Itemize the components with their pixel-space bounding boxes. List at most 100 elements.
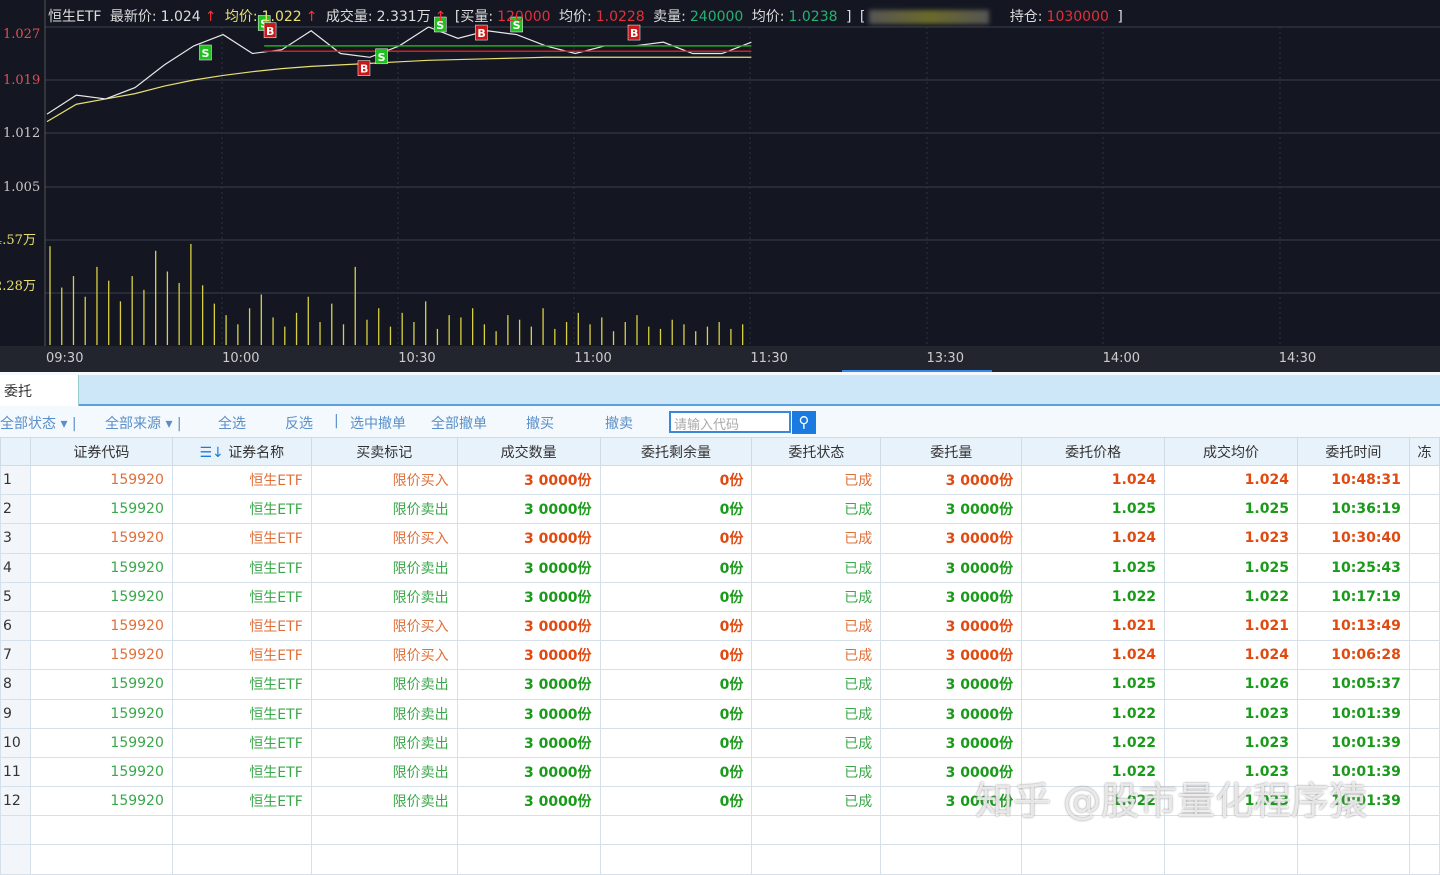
cell-qty: 3 0000份: [880, 552, 1023, 583]
table-row[interactable]: 6 159920 恒生ETF 限价买入 3 0000份 0份 已成 3 0000份 1.021 1…: [0, 610, 1440, 642]
table-row[interactable]: 5 159920 恒生ETF 限价卖出 3 0000份 0份 已成 3 0000份 1.022 1…: [0, 581, 1440, 612]
trade-marker-label: B: [360, 63, 368, 76]
cell-code: 159920: [29, 756, 173, 788]
cell-price: 1.025: [1021, 552, 1166, 583]
position: 1030000: [1046, 9, 1109, 25]
cell-status: 已成: [751, 756, 882, 788]
column-header[interactable]: 委托时间: [1296, 437, 1410, 466]
price-tick-label: 1.019: [3, 73, 40, 88]
buy-avg-label: 均价:: [559, 9, 592, 25]
cell-i: 2: [0, 494, 31, 525]
cell-i: 4: [0, 552, 31, 583]
cell-status: 已成: [751, 581, 882, 612]
column-header[interactable]: [0, 437, 31, 466]
column-header[interactable]: 冻: [1408, 437, 1440, 466]
cell-avg: 1.024: [1164, 640, 1298, 671]
column-header[interactable]: 委托状态: [751, 437, 882, 466]
cell-name: 恒生ETF: [171, 669, 312, 700]
cell-i: 6: [0, 610, 31, 642]
cell-remain: 0份: [599, 494, 753, 525]
status-filter[interactable]: 全部状态 ▾ |: [0, 413, 77, 433]
cell-qty: 3 0000份: [880, 610, 1023, 642]
cell-remain: 0份: [599, 581, 753, 612]
cell-time: 10:13:49: [1296, 610, 1410, 642]
cell-code: 159920: [29, 727, 173, 758]
cell-time: 10:17:19: [1296, 581, 1410, 612]
cell-filled: 3 0000份: [456, 756, 601, 788]
cell-frozen: [1408, 727, 1440, 758]
time-tick-label: 11:00: [574, 351, 611, 366]
select-all-button[interactable]: 全选: [218, 413, 246, 433]
time-tick-label: 14:30: [1279, 351, 1316, 366]
time-tick-label: 10:30: [398, 351, 435, 366]
table-row[interactable]: 7 159920 恒生ETF 限价买入 3 0000份 0份 已成 3 0000份 1.024 1…: [0, 640, 1440, 671]
cell-filled: 3 0000份: [456, 669, 601, 700]
column-header[interactable]: 买卖标记: [310, 437, 458, 466]
cancel-all-button[interactable]: 全部撤单: [431, 413, 487, 433]
tab-orders[interactable]: 委托: [0, 375, 79, 406]
column-header[interactable]: ☰↓ 证券名称: [171, 437, 312, 466]
cell-side: 限价买入: [310, 523, 458, 554]
code-search-input[interactable]: 请输入代码: [669, 411, 791, 433]
cell-code: 159920: [29, 698, 173, 729]
bracket: [: [859, 9, 866, 25]
cell-side: 限价卖出: [310, 786, 458, 817]
cell-code: 159920: [29, 552, 173, 583]
cell-filled: 3 0000份: [456, 698, 601, 729]
cell-avg: 1.023: [1164, 727, 1298, 758]
column-header[interactable]: 委托量: [880, 437, 1023, 466]
cell-frozen: [1408, 756, 1440, 788]
cell-frozen: [1408, 610, 1440, 642]
empty-row: [0, 844, 1440, 875]
cell-price: 1.025: [1021, 494, 1166, 525]
cell-code: 159920: [29, 640, 173, 671]
cell-name: 恒生ETF: [171, 494, 312, 525]
cancel-sell-button[interactable]: 撤卖: [605, 413, 633, 433]
search-icon[interactable]: ⚲: [792, 411, 816, 434]
buy-avg: 1.0228: [595, 9, 645, 25]
cell-filled: 3 0000份: [456, 610, 601, 642]
table-row[interactable]: 4 159920 恒生ETF 限价卖出 3 0000份 0份 已成 3 0000份 1.025 1…: [0, 552, 1440, 583]
watermark: 知乎 @股市量化程序猿: [975, 779, 1368, 823]
last-label: 最新价:: [109, 9, 157, 25]
cell-i: 1: [0, 464, 31, 496]
table-row[interactable]: 10 159920 恒生ETF 限价卖出 3 0000份 0份 已成 3 0000份 1.022…: [0, 727, 1440, 758]
cell-status: 已成: [751, 640, 882, 671]
cell-price: 1.024: [1021, 640, 1166, 671]
cell-status: 已成: [751, 494, 882, 525]
column-header[interactable]: 委托价格: [1021, 437, 1166, 466]
cell-filled: 3 0000份: [456, 786, 601, 817]
cell-avg: 1.025: [1164, 494, 1298, 525]
table-row[interactable]: 3 159920 恒生ETF 限价买入 3 0000份 0份 已成 3 0000份 1.024 1…: [0, 523, 1440, 554]
cell-side: 限价卖出: [310, 669, 458, 700]
cell-status: 已成: [751, 786, 882, 817]
trade-marker-label: S: [201, 47, 209, 60]
cell-status: 已成: [751, 698, 882, 729]
cell-name: 恒生ETF: [171, 464, 312, 496]
table-row[interactable]: 8 159920 恒生ETF 限价卖出 3 0000份 0份 已成 3 0000份 1.025 1…: [0, 669, 1440, 700]
column-header[interactable]: 成交均价: [1164, 437, 1298, 466]
table-row[interactable]: 2 159920 恒生ETF 限价卖出 3 0000份 0份 已成 3 0000份 1.025 1…: [0, 494, 1440, 525]
cell-i: 5: [0, 581, 31, 612]
source-filter[interactable]: 全部来源 ▾ |: [105, 413, 182, 433]
cell-side: 限价卖出: [310, 698, 458, 729]
intraday-chart[interactable]: 1.027 1.019 1.012 1.005 4.57万 2.28万 09:30 10:00…: [0, 0, 1440, 372]
quote-info-bar: 恒生ETF 最新价: 1.024 ↑ 均价: 1.022 ↑ 成交量: 2.331万 ↑ […: [48, 6, 1127, 26]
cell-side: 限价卖出: [310, 581, 458, 612]
column-header[interactable]: 成交数量: [456, 437, 601, 466]
last-price: 1.024: [160, 9, 201, 25]
invert-selection-button[interactable]: 反选: [285, 413, 313, 433]
column-header[interactable]: 证券代码: [29, 437, 173, 466]
cancel-buy-button[interactable]: 撤买: [526, 413, 554, 433]
cell-code: 159920: [29, 523, 173, 554]
price-tick-label: 1.027: [3, 27, 40, 42]
cell-status: 已成: [751, 464, 882, 496]
cell-i: 10: [0, 727, 31, 758]
cell-name: 恒生ETF: [171, 610, 312, 642]
column-header[interactable]: 委托剩余量: [599, 437, 753, 466]
table-row[interactable]: 9 159920 恒生ETF 限价卖出 3 0000份 0份 已成 3 0000份 1.022 1…: [0, 698, 1440, 729]
sort-icon[interactable]: ☰↓: [199, 445, 228, 461]
cancel-selected-button[interactable]: 选中撤单: [350, 413, 406, 433]
cell-side: 限价买入: [310, 464, 458, 496]
table-row[interactable]: 1 159920 恒生ETF 限价买入 3 0000份 0份 已成 3 0000份 1.024 1…: [0, 464, 1440, 496]
